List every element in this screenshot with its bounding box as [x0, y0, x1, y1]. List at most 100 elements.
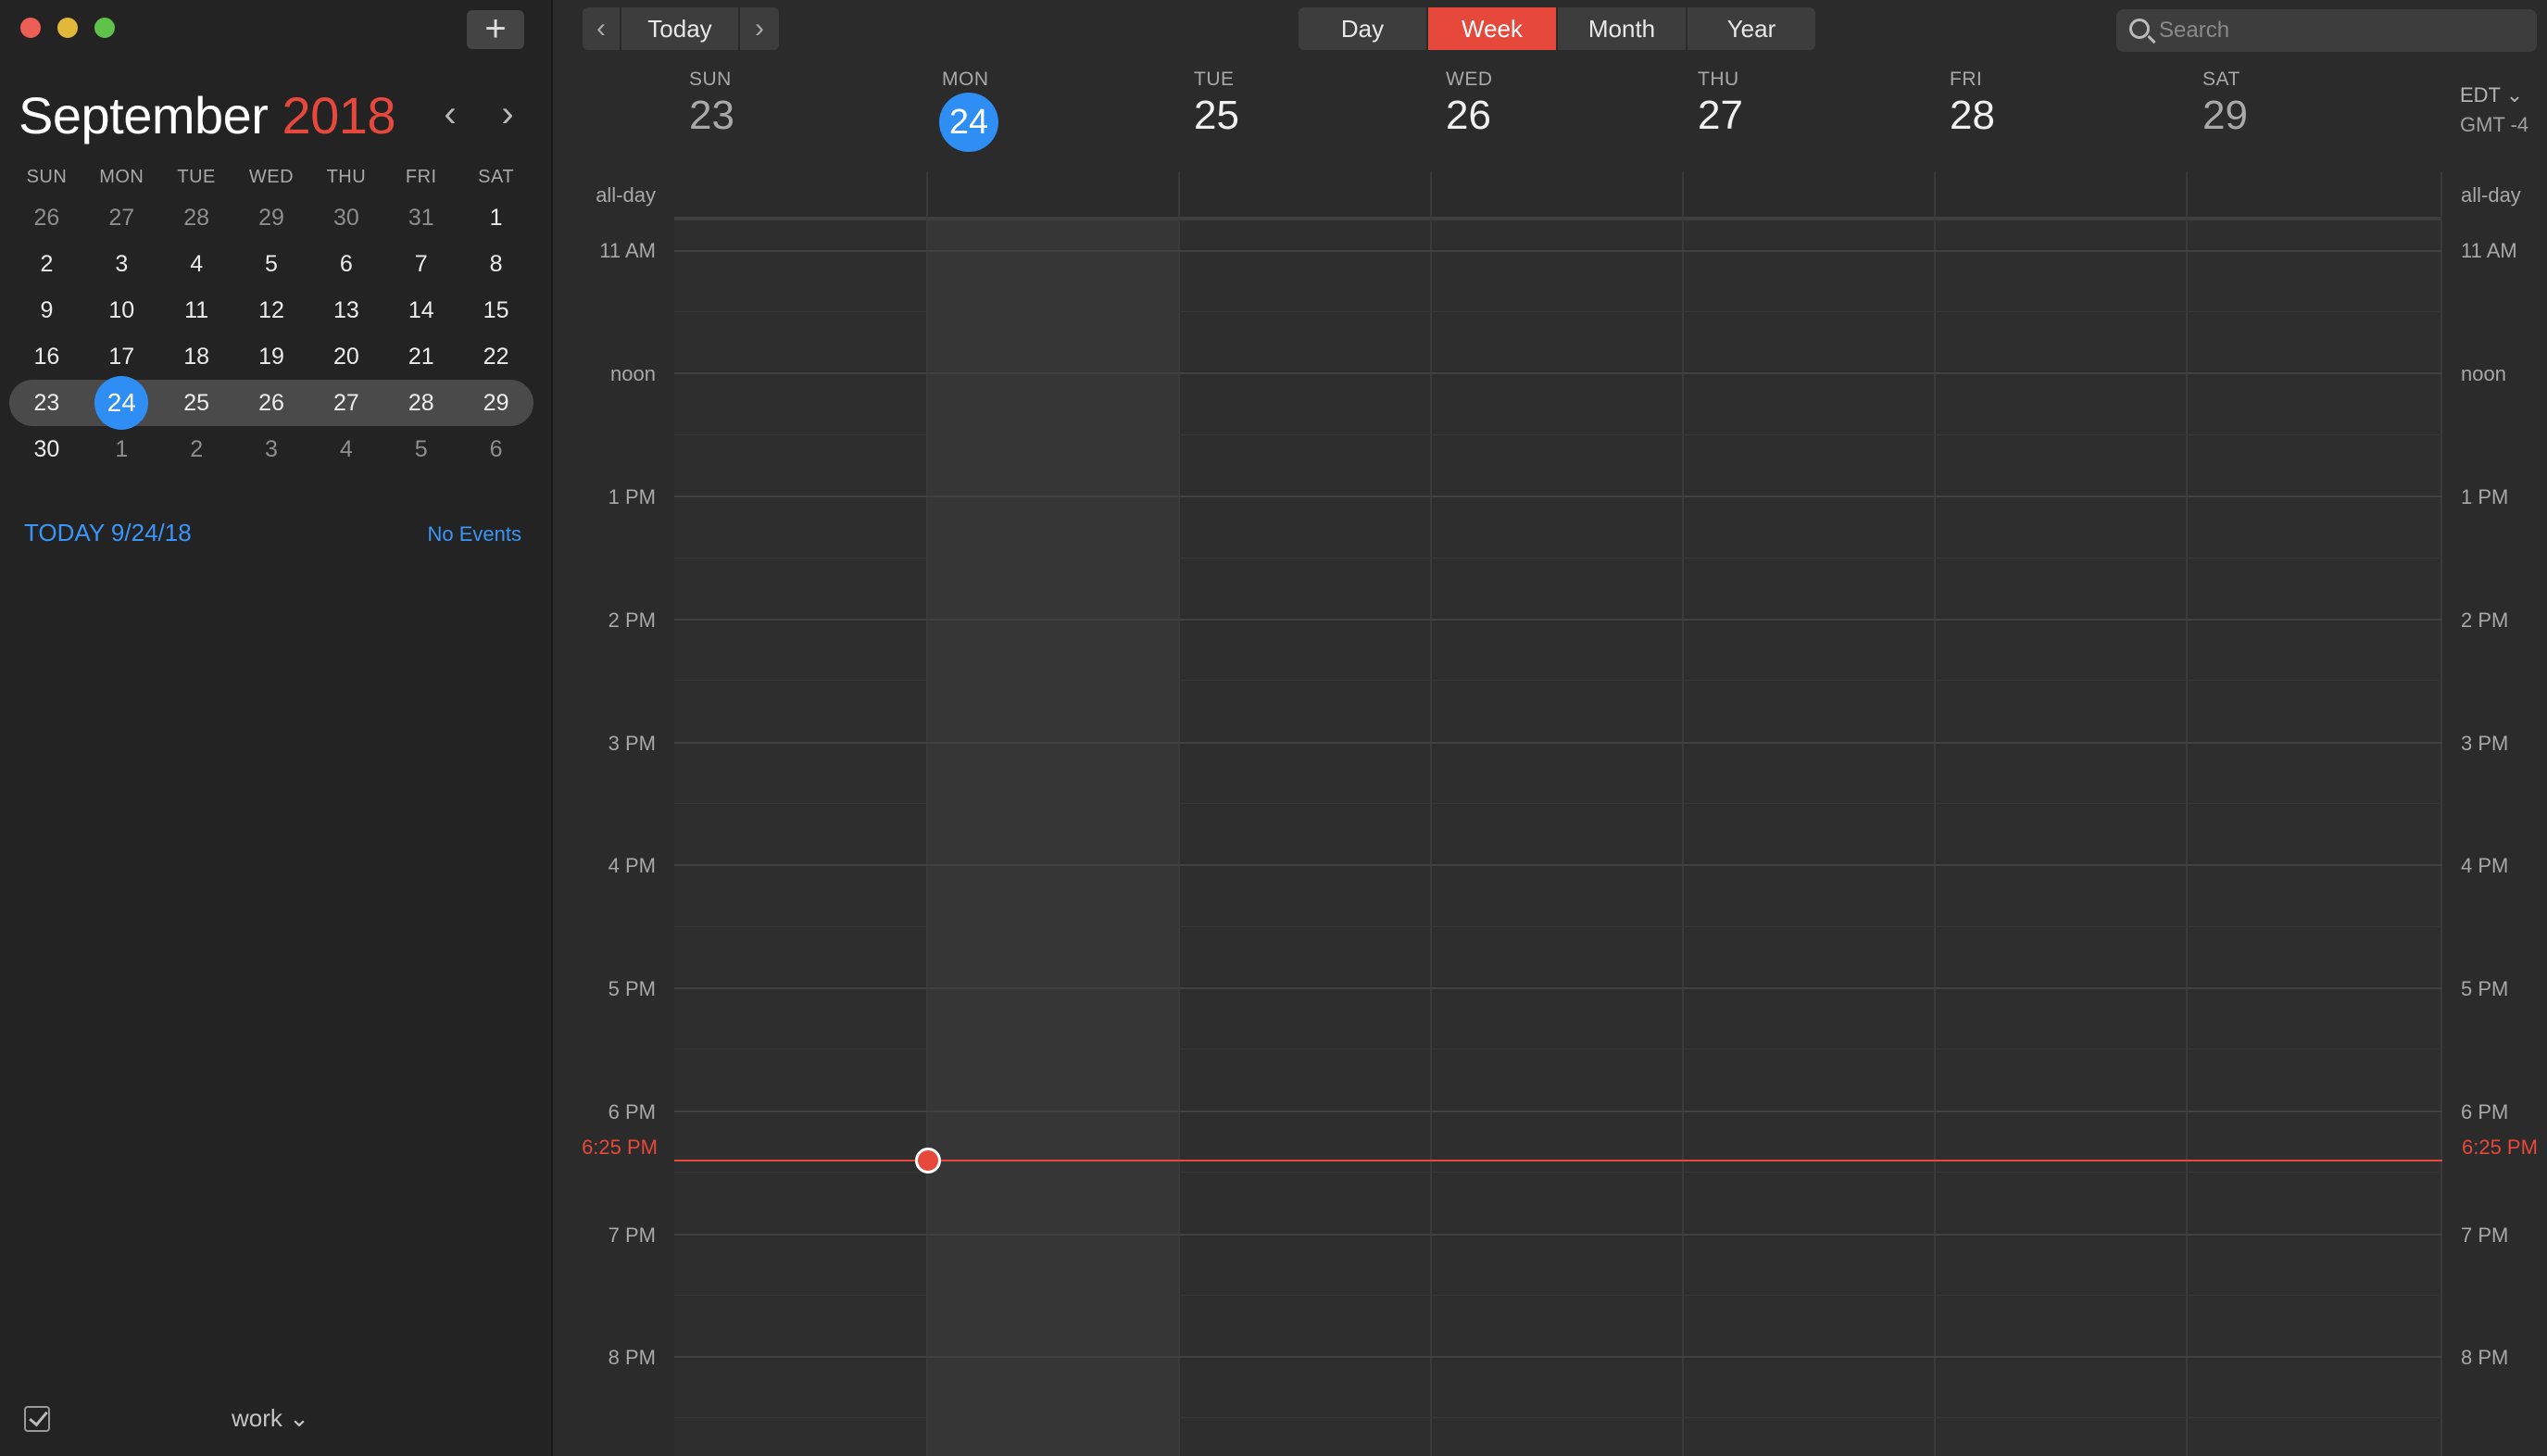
mini-day[interactable]: 6	[458, 426, 533, 472]
mini-day[interactable]: 12	[234, 287, 309, 333]
hour-label-right: 5 PM	[2461, 977, 2509, 1000]
day-divider	[2186, 172, 2188, 1456]
hour-line	[674, 1111, 2442, 1112]
mini-day[interactable]: 1	[84, 426, 159, 472]
minimize-window-button[interactable]	[57, 18, 78, 38]
day-header-wed[interactable]: WED 26	[1446, 69, 1698, 139]
mini-day[interactable]: 15	[458, 287, 533, 333]
mini-day[interactable]: 26	[234, 380, 309, 426]
day-header-sat[interactable]: SAT 29	[2202, 69, 2454, 139]
mini-day[interactable]: 30	[9, 426, 84, 472]
day-divider	[926, 172, 928, 1456]
mini-calendar-month: September	[19, 86, 269, 144]
day-header-thu[interactable]: THU 27	[1698, 69, 1950, 139]
mini-day[interactable]: 29	[458, 380, 533, 426]
day-header-tue[interactable]: TUE 25	[1194, 69, 1446, 139]
mini-day[interactable]: 11	[159, 287, 234, 333]
mini-day-today[interactable]: 24	[84, 376, 159, 430]
mini-day[interactable]: 10	[84, 287, 159, 333]
day-header-date: 27	[1698, 93, 1743, 138]
hour-line	[674, 987, 2442, 989]
hour-label: 7 PM	[608, 1224, 656, 1247]
half-hour-line	[674, 434, 2442, 435]
hour-label-right: 1 PM	[2461, 485, 2509, 508]
add-event-button[interactable]: +	[467, 10, 524, 49]
hour-line	[674, 496, 2442, 497]
hour-label-right: noon	[2461, 362, 2506, 385]
day-header-dow: TUE	[1194, 69, 1235, 90]
day-divider	[1178, 172, 1180, 1456]
hour-label: noon	[610, 362, 656, 385]
mini-day[interactable]: 2	[159, 426, 234, 472]
day-header-dow: MON	[942, 69, 989, 90]
hour-line	[674, 250, 2442, 252]
hour-label: 1 PM	[608, 485, 656, 508]
day-header-dow: WED	[1446, 69, 1493, 90]
mini-day[interactable]: 14	[383, 287, 458, 333]
day-divider	[1682, 172, 1684, 1456]
mini-calendar-grid: SUN MON TUE WED THU FRI SAT 26 27 28 29 …	[9, 167, 533, 472]
view-month-button[interactable]: Month	[1558, 7, 1688, 50]
mini-calendar-week: 30 1 2 3 4 5 6	[9, 426, 533, 472]
half-hour-line	[674, 926, 2442, 927]
hour-label-right: 8 PM	[2461, 1346, 2509, 1369]
current-time-dot	[915, 1148, 941, 1174]
calendar-selector[interactable]: work ⌄	[232, 1404, 309, 1433]
checkbox-icon[interactable]	[24, 1406, 50, 1432]
day-header-mon[interactable]: MON 24	[939, 69, 1194, 152]
hour-label-right: 2 PM	[2461, 609, 2509, 632]
mini-day[interactable]: 25	[159, 380, 234, 426]
hour-line	[674, 1234, 2442, 1236]
mini-prev-month-button[interactable]: ‹	[433, 93, 467, 135]
day-header-dow: SAT	[2202, 69, 2240, 90]
day-header-date: 28	[1950, 93, 1995, 138]
day-header-date: 23	[689, 93, 734, 138]
zoom-window-button[interactable]	[94, 18, 115, 38]
hour-label: 5 PM	[608, 977, 656, 1000]
mini-day[interactable]: 3	[234, 426, 309, 472]
mini-day[interactable]: 13	[308, 287, 383, 333]
hour-label-right: 11 AM	[2461, 239, 2517, 262]
today-column-highlight	[927, 172, 1179, 1456]
hour-label: 8 PM	[608, 1346, 656, 1369]
current-time-label: 6:25 PM	[582, 1136, 658, 1159]
day-header-date: 26	[1446, 93, 1491, 138]
all-day-row[interactable]	[674, 172, 2442, 220]
mini-day[interactable]: 9	[9, 287, 84, 333]
day-divider	[1934, 172, 1936, 1456]
day-header-date: 29	[2202, 93, 2248, 138]
today-button[interactable]: Today	[621, 7, 740, 50]
search-icon	[2129, 19, 2150, 39]
mini-day[interactable]: 27	[308, 380, 383, 426]
hour-label-right: 4 PM	[2461, 854, 2509, 877]
hour-line	[674, 619, 2442, 621]
hour-line	[674, 742, 2442, 744]
hour-label: 2 PM	[608, 609, 656, 632]
day-header-fri[interactable]: FRI 28	[1950, 69, 2202, 139]
prev-week-button[interactable]: ‹	[583, 7, 621, 50]
day-header-date: 25	[1194, 93, 1239, 138]
search-input[interactable]	[2159, 15, 2520, 46]
view-day-button[interactable]: Day	[1299, 7, 1428, 50]
hour-label: 6 PM	[608, 1100, 656, 1123]
next-week-button[interactable]: ›	[740, 7, 779, 50]
view-week-button[interactable]: Week	[1428, 7, 1558, 50]
mini-day[interactable]: 23	[9, 380, 84, 426]
day-header-sun[interactable]: SUN 23	[689, 69, 941, 139]
today-date-label[interactable]: TODAY 9/24/18	[24, 519, 192, 547]
mini-day[interactable]: 5	[383, 426, 458, 472]
view-switcher: Day Week Month Year	[1299, 7, 1815, 50]
mini-day[interactable]: 4	[308, 426, 383, 472]
no-events-label: No Events	[427, 522, 522, 546]
hour-label-right: 3 PM	[2461, 732, 2509, 755]
view-year-button[interactable]: Year	[1688, 7, 1815, 50]
mini-next-month-button[interactable]: ›	[491, 93, 524, 135]
hour-label: 3 PM	[608, 732, 656, 755]
all-day-label: all-day	[596, 183, 656, 207]
gmt-offset-label: GMT -4	[2460, 113, 2529, 136]
timezone-selector[interactable]: EDT ⌄	[2460, 83, 2523, 107]
day-divider	[2440, 172, 2442, 1456]
mini-day[interactable]: 28	[383, 380, 458, 426]
close-window-button[interactable]	[20, 18, 41, 38]
day-header-dow: FRI	[1950, 69, 1983, 90]
